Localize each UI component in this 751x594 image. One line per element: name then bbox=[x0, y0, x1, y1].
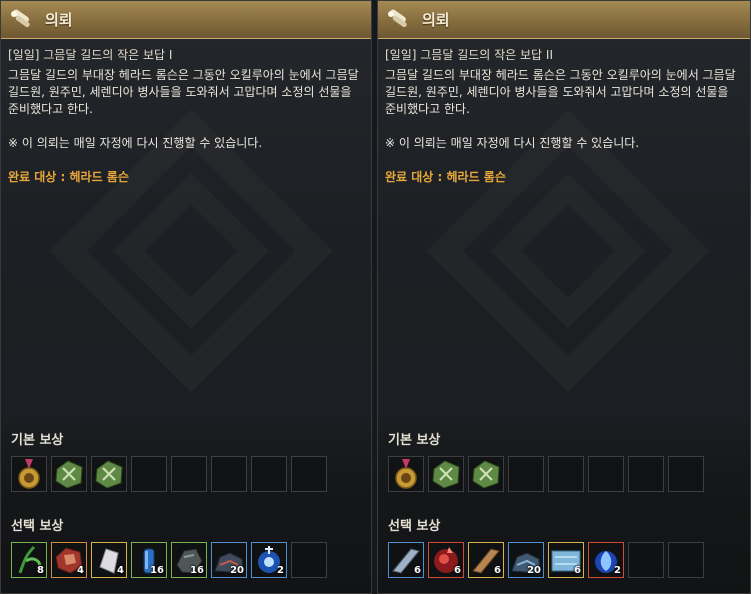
reward-slot[interactable]: 4 bbox=[51, 542, 87, 578]
reward-slot[interactable] bbox=[91, 456, 127, 492]
item-count: 4 bbox=[77, 565, 84, 576]
empty-slot bbox=[251, 456, 287, 492]
basic-reward-slots bbox=[388, 456, 704, 492]
reward-slot[interactable] bbox=[428, 456, 464, 492]
item-count: 8 bbox=[37, 565, 44, 576]
panel-header: 의뢰 bbox=[378, 1, 750, 39]
choice-reward-label: 선택 보상 bbox=[388, 519, 441, 534]
reward-slot[interactable]: 2 bbox=[588, 542, 624, 578]
empty-slot bbox=[668, 456, 704, 492]
basic-reward-label: 기본 보상 bbox=[388, 433, 441, 448]
item-count: 6 bbox=[454, 565, 461, 576]
reward-slot[interactable] bbox=[11, 456, 47, 492]
panel-title: 의뢰 bbox=[45, 11, 73, 29]
quest-content: [일일] 그믐달 길드의 작은 보답 I 그믐달 길드의 부대장 헤라드 롬슨은… bbox=[8, 47, 363, 186]
reward-slot[interactable]: 6 bbox=[388, 542, 424, 578]
reward-slot[interactable]: 16 bbox=[131, 542, 167, 578]
empty-slot bbox=[668, 542, 704, 578]
item-count: 16 bbox=[190, 565, 204, 576]
reward-slot[interactable]: 2 bbox=[251, 542, 287, 578]
quest-note: ※ 이 의뢰는 매일 자정에 다시 진행할 수 있습니다. bbox=[385, 136, 640, 150]
quest-target: 완료 대상 : 헤라드 롬슨 bbox=[8, 170, 129, 184]
scroll-icon bbox=[386, 9, 412, 31]
item-count: 2 bbox=[614, 565, 621, 576]
reward-slot[interactable]: 6 bbox=[428, 542, 464, 578]
reward-slot[interactable] bbox=[388, 456, 424, 492]
empty-slot bbox=[588, 456, 624, 492]
reward-slot[interactable]: 6 bbox=[548, 542, 584, 578]
scroll-icon bbox=[9, 9, 35, 31]
item-count: 4 bbox=[117, 565, 124, 576]
empty-slot bbox=[548, 456, 584, 492]
item-count: 20 bbox=[527, 565, 541, 576]
quest-name: [일일] 그믐달 길드의 작은 보답 I bbox=[8, 48, 173, 62]
reward-slot[interactable] bbox=[51, 456, 87, 492]
empty-slot bbox=[131, 456, 167, 492]
green-ore-icon bbox=[55, 460, 83, 489]
item-count: 6 bbox=[574, 565, 581, 576]
reward-slot[interactable] bbox=[468, 456, 504, 492]
empty-slot bbox=[291, 542, 327, 578]
quest-panel-2: 의뢰 [일일] 그믐달 길드의 작은 보답 II 그믐달 길드의 부대장 헤라드… bbox=[377, 0, 751, 594]
reward-slot[interactable]: 8 bbox=[11, 542, 47, 578]
quest-description: 그믐달 길드의 부대장 헤라드 롬슨은 그동안 오킬루아의 눈에서 그믐달 길드… bbox=[385, 68, 736, 116]
item-count: 16 bbox=[150, 565, 164, 576]
item-count: 6 bbox=[494, 565, 501, 576]
medal-icon bbox=[18, 459, 40, 489]
empty-slot bbox=[211, 456, 247, 492]
item-count: 2 bbox=[277, 565, 284, 576]
basic-reward-slots bbox=[11, 456, 327, 492]
reward-slot[interactable]: 4 bbox=[91, 542, 127, 578]
green-ore-icon bbox=[432, 460, 460, 489]
quest-name: [일일] 그믐달 길드의 작은 보답 II bbox=[385, 48, 553, 62]
panel-header: 의뢰 bbox=[1, 1, 371, 39]
reward-slot[interactable]: 6 bbox=[468, 542, 504, 578]
choice-reward-label: 선택 보상 bbox=[11, 519, 64, 534]
green-ore-icon bbox=[95, 460, 123, 489]
empty-slot bbox=[628, 542, 664, 578]
empty-slot bbox=[291, 456, 327, 492]
quest-description: 그믐달 길드의 부대장 헤라드 롬슨은 그동안 오킬루아의 눈에서 그믐달 길드… bbox=[8, 68, 359, 116]
quest-note: ※ 이 의뢰는 매일 자정에 다시 진행할 수 있습니다. bbox=[8, 136, 263, 150]
reward-slot[interactable]: 20 bbox=[211, 542, 247, 578]
reward-slot[interactable]: 16 bbox=[171, 542, 207, 578]
empty-slot bbox=[508, 456, 544, 492]
empty-slot bbox=[628, 456, 664, 492]
choice-reward-slots: 8 4 4 16 16 20 2 bbox=[11, 542, 327, 578]
quest-content: [일일] 그믐달 길드의 작은 보답 II 그믐달 길드의 부대장 헤라드 롬슨… bbox=[385, 47, 742, 186]
empty-slot bbox=[171, 456, 207, 492]
green-ore-icon bbox=[472, 460, 500, 489]
item-count: 20 bbox=[230, 565, 244, 576]
reward-slot[interactable]: 20 bbox=[508, 542, 544, 578]
item-count: 6 bbox=[414, 565, 421, 576]
panel-title: 의뢰 bbox=[422, 11, 450, 29]
quest-target: 완료 대상 : 헤라드 롬슨 bbox=[385, 170, 506, 184]
medal-icon bbox=[395, 459, 417, 489]
quest-panel-1: 의뢰 [일일] 그믐달 길드의 작은 보답 I 그믐달 길드의 부대장 헤라드 … bbox=[0, 0, 372, 594]
choice-reward-slots: 6 6 6 20 6 2 bbox=[388, 542, 704, 578]
basic-reward-label: 기본 보상 bbox=[11, 433, 64, 448]
